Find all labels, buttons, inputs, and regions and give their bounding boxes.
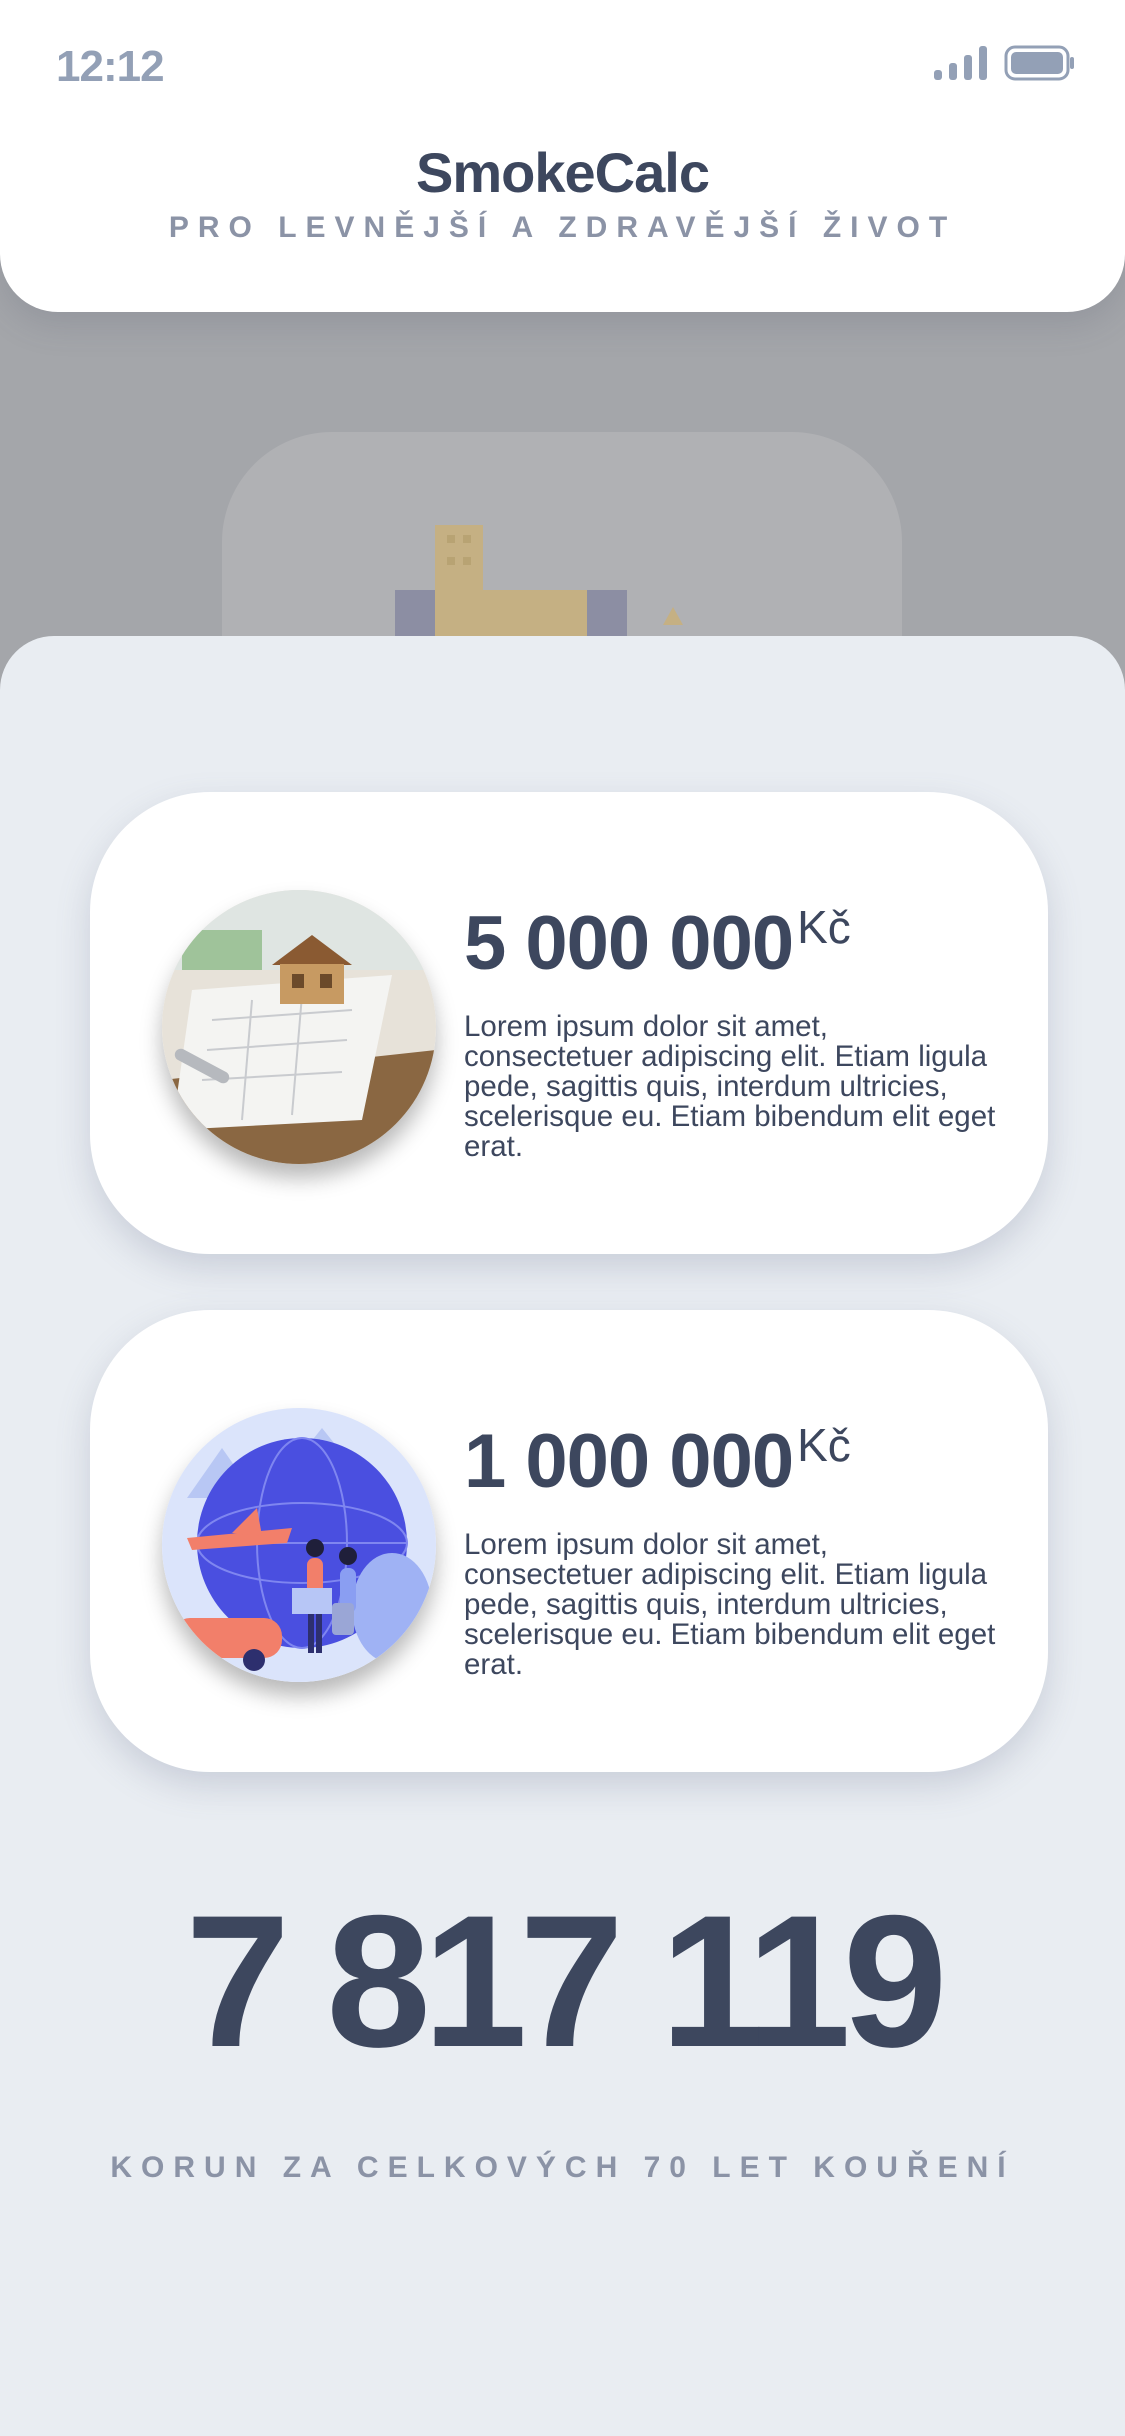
savings-amount: 1 000 000Kč (464, 1418, 851, 1505)
background-chart-illustration (395, 525, 683, 645)
app-subtitle: PRO LEVNĚJŠÍ A ZDRAVĚJŠÍ ŽIVOT (168, 211, 957, 244)
house-model-photo (162, 890, 436, 1164)
signal-icon (934, 46, 987, 80)
total-amount: 7 817 119 (185, 1876, 948, 2086)
amount-currency: Kč (797, 901, 851, 953)
app-title: SmokeCalc (416, 141, 710, 204)
main-sheet: 5 000 000Kč Lorem ipsum dolor sit amet, … (0, 636, 1125, 2436)
card-description: Lorem ipsum dolor sit amet, consectetuer… (464, 1528, 996, 1681)
savings-card-house[interactable]: 5 000 000Kč Lorem ipsum dolor sit amet, … (90, 792, 1048, 1254)
savings-amount: 5 000 000Kč (464, 900, 851, 987)
card-description: Lorem ipsum dolor sit amet, consectetuer… (464, 1010, 996, 1163)
amount-value: 5 000 000 (464, 901, 794, 986)
status-time: 12:12 (56, 42, 165, 91)
app-header: 12:12 SmokeCalc PRO LEVNĚJŠÍ A ZDRAVĚJŠÍ… (0, 0, 1125, 312)
total-caption: KORUN ZA CELKOVÝCH 70 LET KOUŘENÍ (110, 2151, 1015, 2184)
amount-currency: Kč (797, 1419, 851, 1471)
travel-illustration (162, 1408, 436, 1682)
amount-value: 1 000 000 (464, 1419, 794, 1504)
battery-icon (1004, 45, 1074, 81)
savings-card-travel[interactable]: 1 000 000Kč Lorem ipsum dolor sit amet, … (90, 1310, 1048, 1772)
